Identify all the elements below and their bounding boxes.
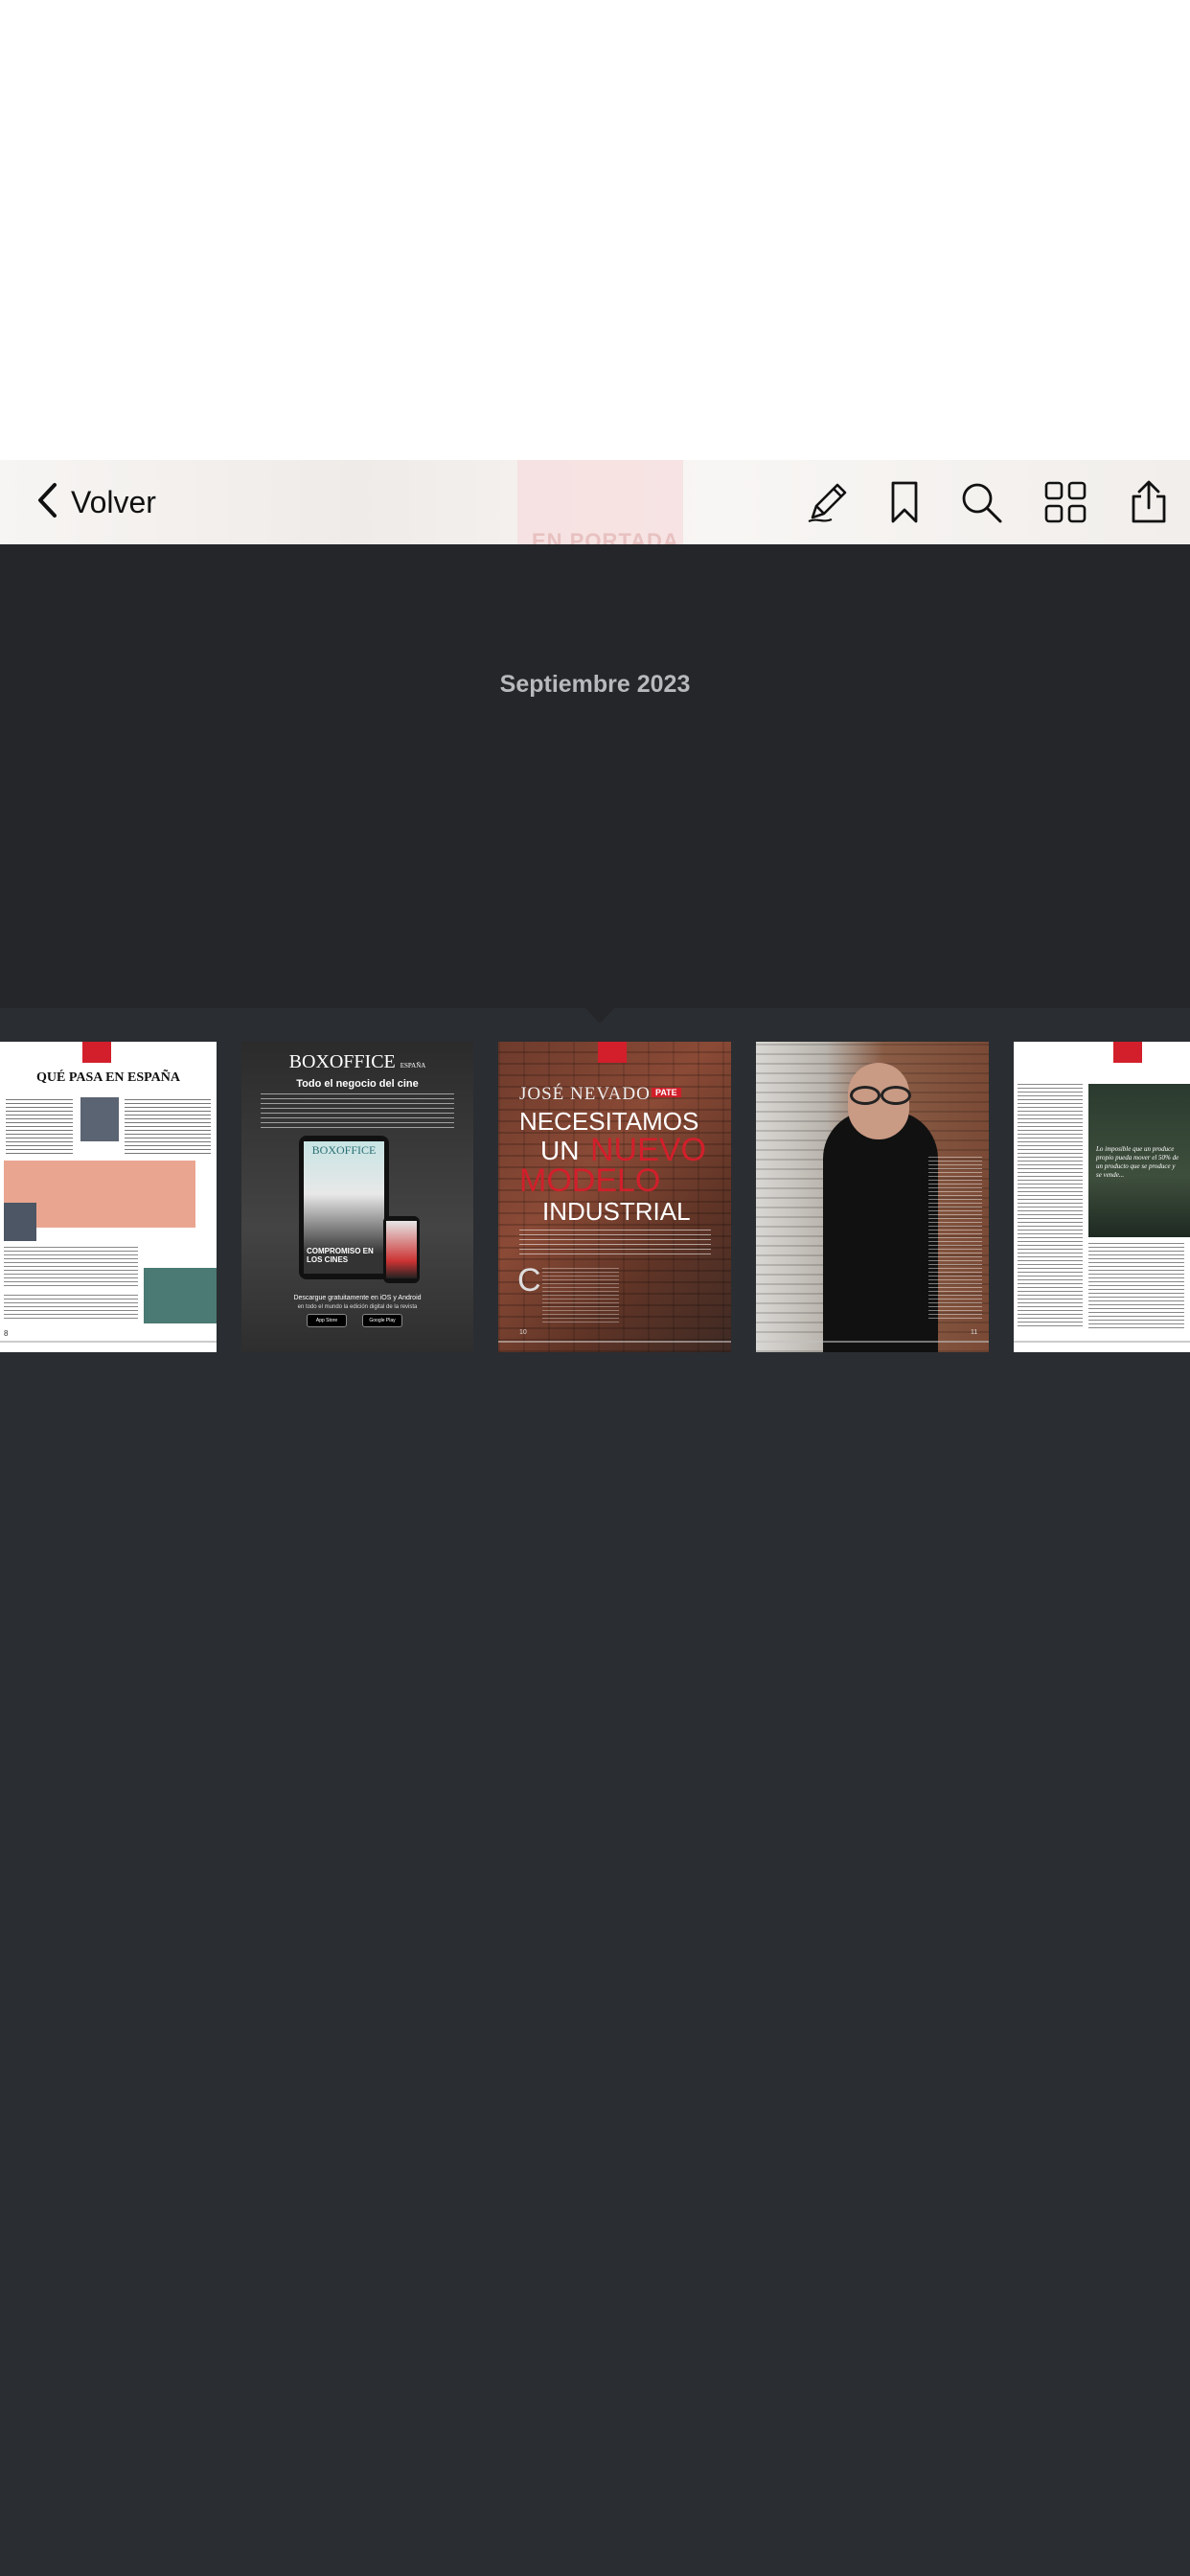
top-blank-area [0, 0, 1190, 460]
person-photo [823, 1111, 938, 1352]
section-tab [82, 1042, 111, 1063]
drop-cap: C [517, 1262, 541, 1299]
back-button[interactable]: Volver [36, 477, 156, 527]
body-text [1018, 1084, 1083, 1329]
text-block [4, 1295, 138, 1322]
annotate-pencil-icon[interactable] [805, 479, 851, 525]
cover-text: COMPROMISO EN LOS CINES [307, 1247, 374, 1264]
thumbnail-headline: QUÉ PASA EN ESPAÑA [35, 1070, 180, 1085]
ad-tagline: Todo el negocio del cine [296, 1078, 419, 1090]
ad-copy [261, 1093, 454, 1132]
text-block [125, 1099, 211, 1157]
footer-rule [756, 1341, 989, 1343]
phone-mockup [383, 1216, 420, 1283]
page-number: 8 [4, 1329, 9, 1338]
google-play-badge: Google Play [362, 1314, 402, 1327]
page-number: 10 [519, 1329, 527, 1336]
grid-view-icon[interactable] [1042, 479, 1088, 525]
chevron-left-icon [36, 482, 57, 523]
page-number: 11 [971, 1329, 978, 1336]
tablet-brand: BOXOFFICE [311, 1143, 377, 1157]
bookmark-icon[interactable] [881, 479, 927, 525]
page-thumbnail-8[interactable]: QUÉ PASA EN ESPAÑA 8 [0, 1042, 217, 1352]
search-icon[interactable] [958, 479, 1004, 525]
current-page-indicator [585, 1008, 614, 1024]
footer-rule [0, 1341, 217, 1343]
phone-screen [386, 1221, 417, 1278]
glasses [850, 1086, 881, 1105]
headline-red-2: MODELO [519, 1162, 661, 1199]
portrait-photo [80, 1097, 119, 1141]
section-tab [1113, 1042, 1142, 1063]
reader-toolbar: EN PORTADA Volver [0, 460, 1190, 544]
footer-rule [498, 1341, 731, 1343]
share-icon[interactable] [1126, 479, 1172, 525]
page-thumbnail-ad[interactable]: BOXOFFICE ESPAÑA Todo el negocio del cin… [241, 1042, 473, 1352]
page-thumbnail-11[interactable]: 11 [756, 1042, 989, 1352]
page-viewer-area[interactable] [0, 544, 1190, 1008]
portrait-photo [4, 1203, 36, 1241]
text-block [4, 1247, 138, 1289]
tablet-mockup: BOXOFFICE COMPROMISO EN LOS CINES [299, 1136, 389, 1279]
body-text [542, 1268, 619, 1325]
glasses [881, 1086, 911, 1105]
toolbar-background-text: EN PORTADA [532, 529, 679, 544]
issue-date-label: Septiembre 2023 [499, 671, 691, 698]
app-store-badge: App Store [307, 1314, 347, 1327]
ad-brand: BOXOFFICE [288, 1051, 396, 1072]
download-text: Descargue gratuitamente en iOS y Android [293, 1295, 422, 1301]
ad-brand-sub: ESPAÑA [400, 1062, 426, 1070]
body-text [928, 1157, 982, 1320]
section-tab [598, 1042, 627, 1063]
page-thumbnail-12[interactable]: Lo imposible que un produce propio pueda… [1014, 1042, 1190, 1352]
company-badge: PATE [652, 1088, 681, 1097]
interviewee-name: JOSÉ NEVADO [519, 1084, 651, 1104]
page-thumbnail-10[interactable]: JOSÉ NEVADO PATE NECESITAMOS UN NUEVO MO… [498, 1042, 731, 1352]
footer-rule [1014, 1341, 1190, 1343]
pull-quote: Lo imposible que un produce propio pueda… [1096, 1145, 1179, 1179]
text-block [6, 1099, 73, 1157]
body-text [1088, 1243, 1184, 1329]
intro-text [519, 1230, 711, 1254]
download-sub: en todo el mundo la edición digital de l… [297, 1304, 418, 1310]
portrait-photo [144, 1268, 217, 1323]
back-button-label: Volver [71, 484, 156, 519]
headline-line-3: INDUSTRIAL [542, 1197, 691, 1226]
